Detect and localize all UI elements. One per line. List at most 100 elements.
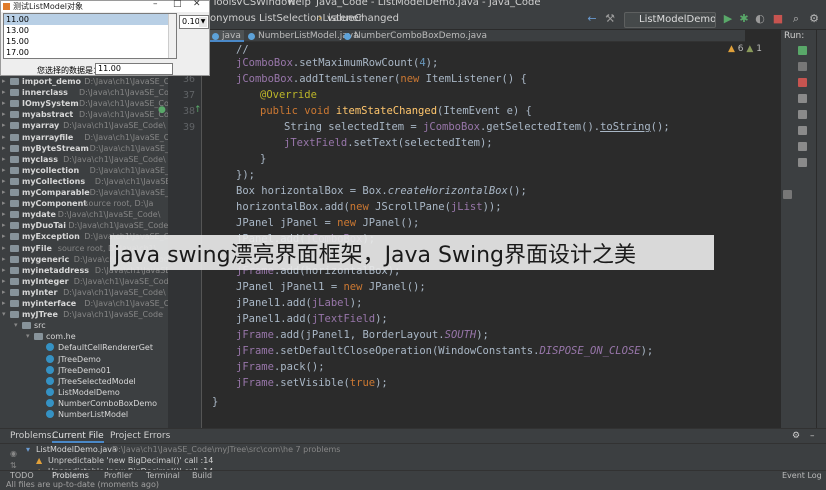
tree-item[interactable]: ▸ myInter D:\Java\ch1\JavaSE_Code\ (0, 287, 168, 298)
close-icon[interactable]: ✕ (193, 0, 201, 9)
expand-arrow-icon[interactable]: ▾ (2, 309, 6, 320)
tree-item[interactable]: ▸ myDuoTai D:\Java\ch1\JavaSE_Code (0, 220, 168, 231)
tree-item[interactable]: ▾ myJTree D:\Java\ch1\JavaSE_Code (0, 309, 168, 320)
tab-project-errors[interactable]: Project Errors (110, 431, 170, 441)
expand-arrow-icon[interactable]: ▸ (2, 276, 6, 287)
tree-item[interactable]: JTreeDemo01 (0, 365, 168, 376)
tab-terminal[interactable]: Terminal (146, 471, 180, 480)
camera-icon[interactable] (798, 94, 807, 103)
minimize-panel-icon[interactable]: – (810, 431, 815, 441)
gear-icon[interactable] (783, 190, 792, 199)
number-list[interactable]: 11.00 13.00 15.00 17.00 (3, 13, 177, 59)
eye-icon[interactable]: ◉ (10, 449, 17, 458)
run-icon[interactable]: ▶ (722, 13, 734, 25)
expand-arrow-icon[interactable]: ▸ (2, 187, 6, 198)
tab-listmodeldemo[interactable]: java (210, 30, 244, 42)
menu-vcs[interactable]: VCS (236, 0, 256, 8)
tree-item[interactable]: ▸ IOmySystem D:\Java\ch1\JavaSE_Co (0, 98, 168, 109)
expand-arrow-icon[interactable]: ▸ (2, 209, 6, 220)
expand-arrow-icon[interactable]: ▸ (2, 198, 6, 209)
tree-item[interactable]: ▸ myCollections D:\Java\ch1\JavaSE (0, 176, 168, 187)
expand-arrow-icon[interactable]: ▸ (2, 265, 6, 276)
expand-arrow-icon[interactable]: ▸ (2, 143, 6, 154)
tab-numberlistmodel[interactable]: NumberListModel.java (246, 30, 359, 42)
trash-icon[interactable] (798, 158, 807, 167)
event-log[interactable]: Event Log (782, 471, 822, 480)
expand-arrow-icon[interactable]: ▸ (2, 254, 6, 265)
list-item[interactable]: 15.00 (4, 36, 168, 47)
tab-current-file[interactable]: Current File (52, 431, 104, 443)
tab-build[interactable]: Build (192, 471, 212, 480)
expand-arrow-icon[interactable]: ▸ (2, 243, 6, 254)
tree-item[interactable]: ▸ myarray D:\Java\ch1\JavaSE_Code\ (0, 120, 168, 131)
selected-value-field[interactable]: 11.00 (95, 63, 173, 75)
tree-item[interactable]: ▸ import_demoD:\Java\ch1\JavaSE_Cod (0, 76, 168, 87)
layout-icon[interactable] (798, 126, 807, 135)
list-item[interactable]: 17.00 (4, 47, 168, 58)
expand-arrow-icon[interactable]: ▸ (2, 176, 6, 187)
tree-item[interactable]: ▾ com.he (0, 331, 168, 342)
print-icon[interactable] (798, 142, 807, 151)
inspection-widget[interactable]: ▲ 6 ▲ 1 (728, 44, 762, 54)
expand-arrow-icon[interactable]: ▸ (2, 154, 6, 165)
tree-item[interactable]: NumberListModel (0, 409, 168, 420)
chevron-down-icon[interactable]: ▼ (199, 17, 207, 27)
expand-arrow-icon[interactable]: ▸ (2, 98, 6, 109)
list-scrollbar[interactable] (168, 14, 176, 58)
tab-todo[interactable]: TODO (10, 471, 34, 480)
back-arrow-icon[interactable]: ← (586, 13, 598, 25)
tab-numbercomboboxdemo[interactable]: NumberComboBoxDemo.java (342, 30, 487, 42)
tab-problems[interactable]: Problems (52, 471, 89, 480)
problem-file[interactable]: ListModelDemo.java (36, 445, 117, 454)
tree-item[interactable]: NumberComboBoxDemo (0, 398, 168, 409)
list-item[interactable]: 13.00 (4, 25, 168, 36)
tree-item[interactable]: ▸ myclass D:\Java\ch1\JavaSE_Code\ (0, 154, 168, 165)
sort-icon[interactable]: ⇅ (10, 461, 17, 470)
tree-item[interactable]: ▸ myComponent source root, D:\Ja (0, 198, 168, 209)
rerun-icon[interactable] (798, 46, 807, 55)
hammer-icon[interactable]: ⚒ (604, 13, 616, 25)
problem-item[interactable]: Unpredictable 'new BigDecimal()' call :1… (48, 456, 213, 465)
expand-arrow-icon[interactable]: ▸ (2, 298, 6, 309)
menu-tools[interactable]: Tools (212, 0, 237, 8)
wrench-icon[interactable] (798, 62, 807, 71)
tree-item[interactable]: ▸ myarrayfile D:\Java\ch1\JavaSE_Code (0, 132, 168, 143)
maximize-icon[interactable]: □ (173, 0, 182, 9)
menu-help[interactable]: Help (288, 0, 311, 8)
expand-arrow-icon[interactable]: ▸ (2, 165, 6, 176)
coverage-icon[interactable]: ◐ (754, 13, 766, 25)
number-combo-box[interactable]: 0.10 ▼ (179, 15, 209, 29)
tab-profiler[interactable]: Profiler (104, 471, 132, 480)
expand-arrow-icon[interactable]: ▸ (2, 109, 6, 120)
expand-arrow-icon[interactable]: ▸ (2, 132, 6, 143)
tree-item[interactable]: JTreeDemo (0, 354, 168, 365)
implements-icon[interactable]: ↑ (194, 105, 202, 115)
settings-gear-icon[interactable]: ⚙ (808, 13, 820, 25)
tree-item[interactable]: ▸ myComparable D:\Java\ch1\JavaSE_ (0, 187, 168, 198)
tree-item[interactable]: ▸ myByteStream D:\Java\ch1\JavaSE_ (0, 143, 168, 154)
stop-icon[interactable] (798, 78, 807, 87)
expand-arrow-icon[interactable]: ▸ (2, 287, 6, 298)
settings-gear-icon[interactable]: ⚙ (792, 431, 800, 441)
tree-item[interactable]: JTreeSelectedModel (0, 376, 168, 387)
expand-arrow-icon[interactable]: ▸ (2, 76, 6, 87)
expand-arrow-icon[interactable]: ▾ (14, 320, 18, 331)
tree-item[interactable]: ListModelDemo (0, 387, 168, 398)
tree-item[interactable]: ▸ mycollection D:\Java\ch1\JavaSE_Co (0, 165, 168, 176)
tree-item[interactable]: ▾ src (0, 320, 168, 331)
tree-item[interactable]: ▸ myabstract D:\Java\ch1\JavaSE_Code (0, 109, 168, 120)
expand-arrow-icon[interactable]: ▸ (2, 220, 6, 231)
tree-item[interactable]: ▸ innerclass D:\Java\ch1\JavaSE_Code (0, 87, 168, 98)
run-configuration-select[interactable]: ListModelDemo (624, 12, 716, 28)
override-method-icon[interactable]: ● (158, 105, 166, 115)
expand-arrow-icon[interactable]: ▸ (2, 120, 6, 131)
stop-icon[interactable]: ■ (772, 13, 784, 25)
exit-icon[interactable] (798, 110, 807, 119)
expand-arrow-icon[interactable]: ▸ (2, 87, 6, 98)
expand-arrow-icon[interactable]: ▾ (26, 331, 30, 342)
expand-arrow-icon[interactable]: ▸ (2, 231, 6, 242)
minimize-icon[interactable]: – (153, 0, 158, 9)
tree-item[interactable]: ▸ myinterface D:\Java\ch1\JavaSE_Co (0, 298, 168, 309)
breadcrumb-method[interactable]: valueChanged (327, 13, 399, 24)
list-item[interactable]: 11.00 (4, 14, 168, 25)
